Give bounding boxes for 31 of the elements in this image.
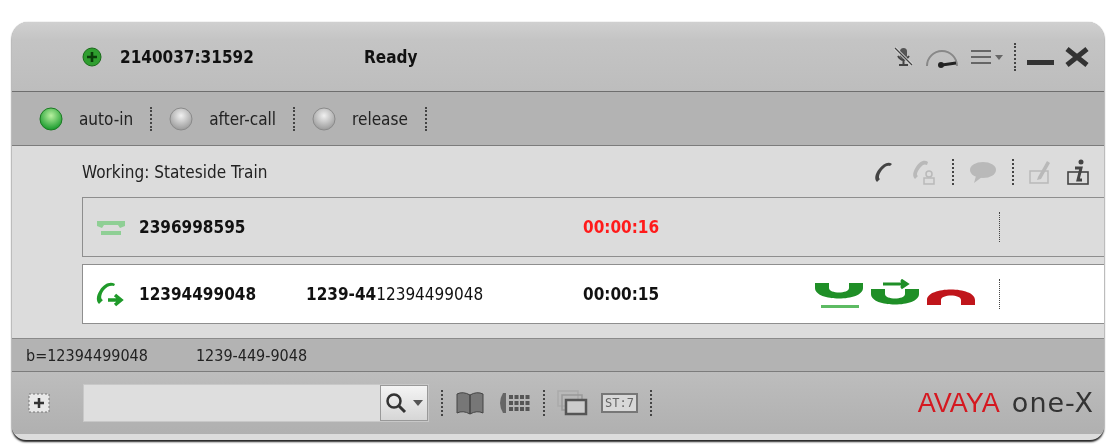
caller-number: 12394499048	[139, 284, 258, 304]
extension-number: 2140037:31592	[120, 46, 255, 67]
product-logo: one-X	[1011, 387, 1094, 418]
muted-microphone-icon[interactable]	[892, 44, 914, 69]
info-field: 1239-449-9048	[195, 345, 308, 365]
call-row[interactable]: 12394499048 1239-4412394499048 00:00:15	[82, 264, 1104, 324]
close-icon[interactable]	[1064, 46, 1090, 67]
windows-icon[interactable]	[557, 390, 589, 416]
dial-search-field[interactable]	[83, 384, 429, 422]
call-timer: 00:00:16	[583, 217, 661, 237]
station-status-button[interactable]: ST:7	[601, 393, 638, 413]
caller-name: 1239-44	[306, 284, 377, 304]
dialpad-icon[interactable]	[497, 390, 531, 416]
caret-icon[interactable]	[413, 399, 423, 407]
agent-state-option[interactable]: release	[312, 106, 408, 131]
caller-number: 2396998595	[139, 217, 247, 237]
caller-id: 12394499048	[376, 284, 484, 304]
call-timer: 00:00:15	[583, 284, 661, 304]
work-status-label: Working: Stateside Train	[82, 161, 269, 182]
agent-state-option[interactable]: auto-in	[39, 106, 134, 131]
call-row[interactable]: 2396998595 00:00:16	[82, 197, 1104, 257]
agent-state-option[interactable]: after-call	[169, 106, 277, 131]
info-icon[interactable]	[1066, 157, 1090, 186]
book-icon[interactable]	[455, 390, 485, 416]
add-contact-icon[interactable]	[28, 393, 50, 413]
search-icon[interactable]	[385, 392, 407, 414]
agent-status: Ready	[364, 46, 419, 67]
brand-logo: AVAYA	[917, 388, 1000, 419]
info-field: b=12394499048	[26, 345, 148, 365]
add-icon[interactable]	[82, 46, 102, 67]
menu-icon[interactable]	[970, 48, 1004, 65]
